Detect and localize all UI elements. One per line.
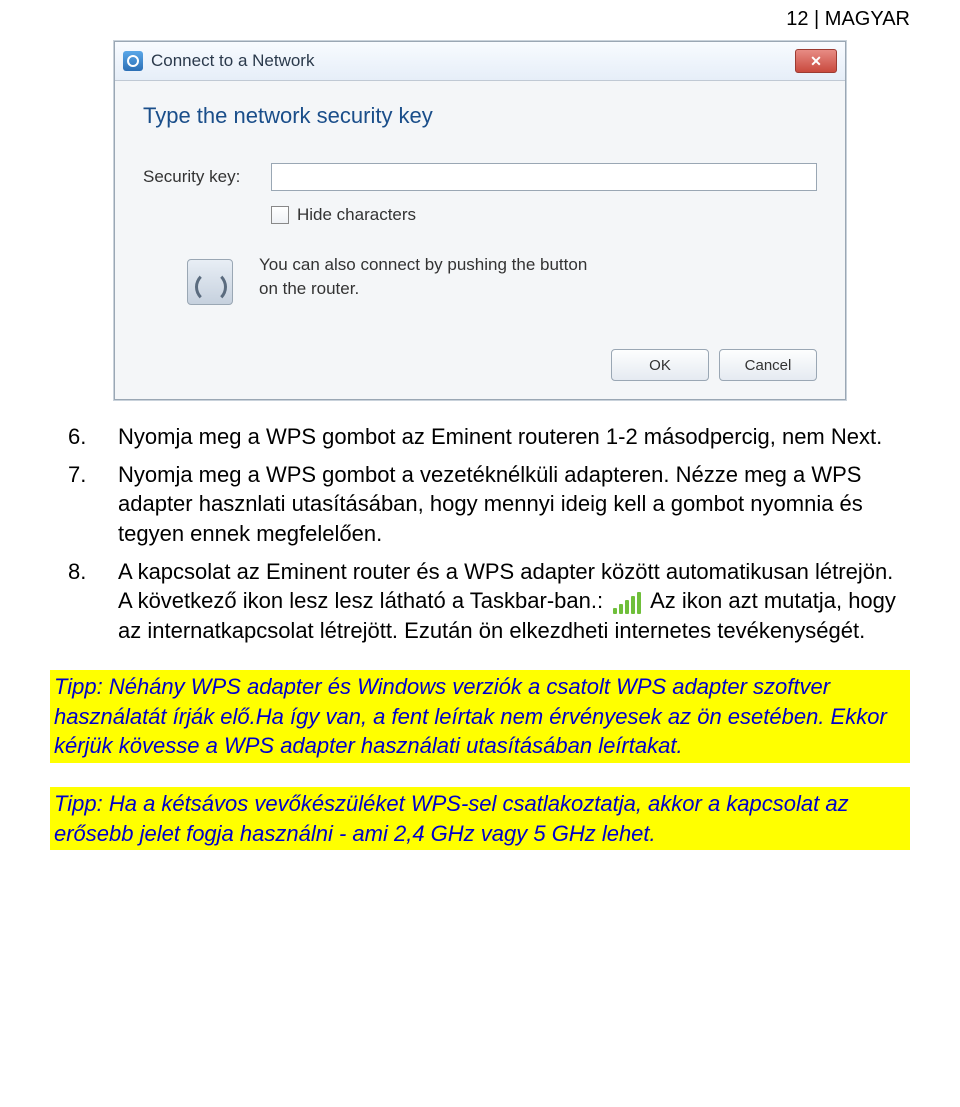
tip-box-2: Tipp: Ha a kétsávos vevőkészüléket WPS-s…: [50, 787, 910, 850]
dialog-title: Connect to a Network: [151, 51, 314, 71]
page-header-label: 12 | MAGYAR: [50, 0, 910, 35]
step-8-text: A kapcsolat az Eminent router és a WPS a…: [118, 557, 910, 646]
close-icon: ✕: [810, 53, 822, 70]
wps-hint-text: You can also connect by pushing the butt…: [259, 253, 599, 301]
step-7-text: Nyomja meg a WPS gombot a vezetéknélküli…: [118, 460, 910, 549]
network-key-dialog: Connect to a Network ✕ Type the network …: [114, 41, 846, 400]
security-key-label: Security key:: [143, 167, 253, 187]
step-6-number: 6.: [50, 422, 118, 452]
step-8-number: 8.: [50, 557, 118, 646]
step-6-text: Nyomja meg a WPS gombot az Eminent route…: [118, 422, 910, 452]
cancel-button[interactable]: Cancel: [719, 349, 817, 381]
security-key-input[interactable]: [271, 163, 817, 191]
hide-characters-checkbox[interactable]: [271, 206, 289, 224]
dialog-heading: Type the network security key: [143, 103, 817, 129]
signal-bars-icon: [613, 592, 641, 614]
step-7: 7. Nyomja meg a WPS gombot a vezetéknélk…: [50, 460, 910, 549]
router-icon: [183, 253, 243, 313]
ok-button[interactable]: OK: [611, 349, 709, 381]
titlebar: Connect to a Network ✕: [115, 42, 845, 81]
instruction-steps: 6. Nyomja meg a WPS gombot az Eminent ro…: [50, 422, 910, 646]
tip-box-1: Tipp: Néhány WPS adapter és Windows verz…: [50, 670, 910, 763]
step-7-number: 7.: [50, 460, 118, 549]
network-icon: [123, 51, 143, 71]
close-button[interactable]: ✕: [795, 49, 837, 73]
step-6: 6. Nyomja meg a WPS gombot az Eminent ro…: [50, 422, 910, 452]
hide-characters-label: Hide characters: [297, 205, 416, 225]
step-8: 8. A kapcsolat az Eminent router és a WP…: [50, 557, 910, 646]
